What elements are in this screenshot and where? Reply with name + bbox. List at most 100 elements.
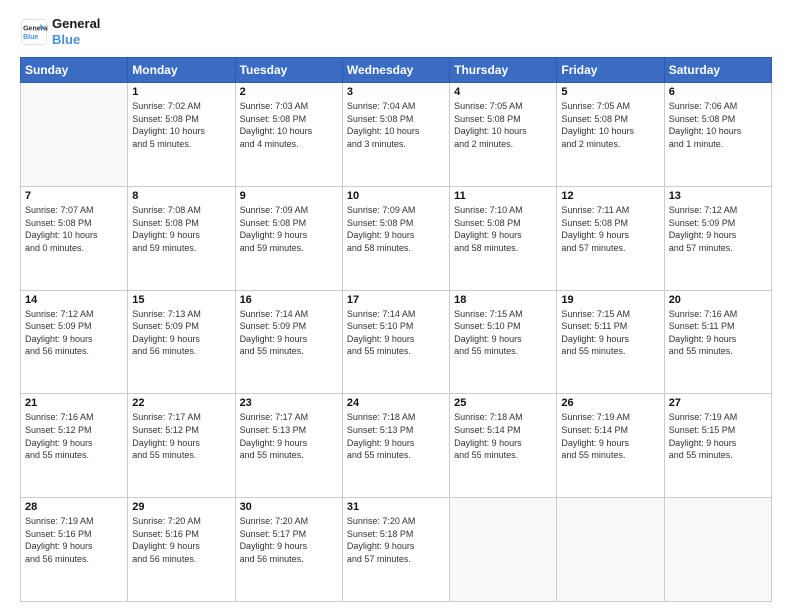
day-number: 28 <box>25 501 123 513</box>
weekday-header-friday: Friday <box>557 58 664 83</box>
day-info: Sunrise: 7:19 AM Sunset: 5:15 PM Dayligh… <box>669 411 767 461</box>
day-number: 26 <box>561 397 659 409</box>
svg-text:General: General <box>23 25 48 32</box>
calendar-cell: 28 Sunrise: 7:19 AM Sunset: 5:16 PM Dayli… <box>21 498 128 602</box>
calendar-cell: 22 Sunrise: 7:17 AM Sunset: 5:12 PM Dayli… <box>128 394 235 498</box>
calendar-cell <box>21 83 128 187</box>
day-number: 5 <box>561 86 659 98</box>
day-info: Sunrise: 7:14 AM Sunset: 5:09 PM Dayligh… <box>240 308 338 358</box>
day-number: 21 <box>25 397 123 409</box>
week-row-4: 28 Sunrise: 7:19 AM Sunset: 5:16 PM Dayli… <box>21 498 772 602</box>
calendar-cell: 18Sunrise: 7:15 AM Sunset: 5:10 PM Dayli… <box>450 290 557 394</box>
day-info: Sunrise: 7:17 AM Sunset: 5:13 PM Dayligh… <box>240 411 338 461</box>
day-info: Sunrise: 7:12 AM Sunset: 5:09 PM Dayligh… <box>669 204 767 254</box>
weekday-header-row: SundayMondayTuesdayWednesdayThursdayFrid… <box>21 58 772 83</box>
day-info: Sunrise: 7:19 AM Sunset: 5:16 PM Dayligh… <box>25 515 123 565</box>
day-info: Sunrise: 7:20 AM Sunset: 5:18 PM Dayligh… <box>347 515 445 565</box>
day-number: 22 <box>132 397 230 409</box>
day-info: Sunrise: 7:17 AM Sunset: 5:12 PM Dayligh… <box>132 411 230 461</box>
calendar-cell: 24Sunrise: 7:18 AM Sunset: 5:13 PM Dayli… <box>342 394 449 498</box>
day-number: 9 <box>240 190 338 202</box>
calendar-cell <box>557 498 664 602</box>
calendar-cell: 6Sunrise: 7:06 AM Sunset: 5:08 PM Daylig… <box>664 83 771 187</box>
day-number: 16 <box>240 294 338 306</box>
weekday-header-tuesday: Tuesday <box>235 58 342 83</box>
day-number: 8 <box>132 190 230 202</box>
calendar-cell: 11Sunrise: 7:10 AM Sunset: 5:08 PM Dayli… <box>450 186 557 290</box>
calendar-cell: 21 Sunrise: 7:16 AM Sunset: 5:12 PM Dayli… <box>21 394 128 498</box>
svg-text:Blue: Blue <box>23 34 38 41</box>
day-info: Sunrise: 7:14 AM Sunset: 5:10 PM Dayligh… <box>347 308 445 358</box>
calendar-cell: 10Sunrise: 7:09 AM Sunset: 5:08 PM Dayli… <box>342 186 449 290</box>
day-info: Sunrise: 7:07 AM Sunset: 5:08 PM Dayligh… <box>25 204 123 254</box>
day-info: Sunrise: 7:03 AM Sunset: 5:08 PM Dayligh… <box>240 100 338 150</box>
day-number: 7 <box>25 190 123 202</box>
logo: General Blue General Blue <box>20 16 100 47</box>
calendar-cell: 27 Sunrise: 7:19 AM Sunset: 5:15 PM Dayli… <box>664 394 771 498</box>
calendar-cell: 25 Sunrise: 7:18 AM Sunset: 5:14 PM Dayli… <box>450 394 557 498</box>
day-info: Sunrise: 7:08 AM Sunset: 5:08 PM Dayligh… <box>132 204 230 254</box>
day-number: 19 <box>561 294 659 306</box>
weekday-header-wednesday: Wednesday <box>342 58 449 83</box>
day-info: Sunrise: 7:05 AM Sunset: 5:08 PM Dayligh… <box>454 100 552 150</box>
day-info: Sunrise: 7:19 AM Sunset: 5:14 PM Dayligh… <box>561 411 659 461</box>
calendar-cell: 16 Sunrise: 7:14 AM Sunset: 5:09 PM Dayli… <box>235 290 342 394</box>
day-info: Sunrise: 7:02 AM Sunset: 5:08 PM Dayligh… <box>132 100 230 150</box>
day-info: Sunrise: 7:16 AM Sunset: 5:11 PM Dayligh… <box>669 308 767 358</box>
week-row-3: 21 Sunrise: 7:16 AM Sunset: 5:12 PM Dayli… <box>21 394 772 498</box>
calendar-cell: 9 Sunrise: 7:09 AM Sunset: 5:08 PM Daylig… <box>235 186 342 290</box>
day-info: Sunrise: 7:05 AM Sunset: 5:08 PM Dayligh… <box>561 100 659 150</box>
page: General Blue General Blue SundayMondayTu… <box>0 0 792 612</box>
calendar-cell: 26 Sunrise: 7:19 AM Sunset: 5:14 PM Dayli… <box>557 394 664 498</box>
day-number: 15 <box>132 294 230 306</box>
day-number: 2 <box>240 86 338 98</box>
day-info: Sunrise: 7:20 AM Sunset: 5:16 PM Dayligh… <box>132 515 230 565</box>
weekday-header-thursday: Thursday <box>450 58 557 83</box>
week-row-0: 1 Sunrise: 7:02 AM Sunset: 5:08 PM Daylig… <box>21 83 772 187</box>
day-info: Sunrise: 7:09 AM Sunset: 5:08 PM Dayligh… <box>240 204 338 254</box>
day-info: Sunrise: 7:20 AM Sunset: 5:17 PM Dayligh… <box>240 515 338 565</box>
day-info: Sunrise: 7:11 AM Sunset: 5:08 PM Dayligh… <box>561 204 659 254</box>
calendar-cell: 20Sunrise: 7:16 AM Sunset: 5:11 PM Dayli… <box>664 290 771 394</box>
day-number: 4 <box>454 86 552 98</box>
day-number: 30 <box>240 501 338 513</box>
calendar-cell: 1 Sunrise: 7:02 AM Sunset: 5:08 PM Daylig… <box>128 83 235 187</box>
day-number: 17 <box>347 294 445 306</box>
weekday-header-monday: Monday <box>128 58 235 83</box>
day-info: Sunrise: 7:13 AM Sunset: 5:09 PM Dayligh… <box>132 308 230 358</box>
calendar-table: SundayMondayTuesdayWednesdayThursdayFrid… <box>20 57 772 602</box>
day-number: 24 <box>347 397 445 409</box>
calendar-cell: 4 Sunrise: 7:05 AM Sunset: 5:08 PM Daylig… <box>450 83 557 187</box>
day-number: 29 <box>132 501 230 513</box>
day-number: 31 <box>347 501 445 513</box>
day-info: Sunrise: 7:15 AM Sunset: 5:10 PM Dayligh… <box>454 308 552 358</box>
day-info: Sunrise: 7:18 AM Sunset: 5:14 PM Dayligh… <box>454 411 552 461</box>
calendar-cell: 23Sunrise: 7:17 AM Sunset: 5:13 PM Dayli… <box>235 394 342 498</box>
calendar-cell: 19Sunrise: 7:15 AM Sunset: 5:11 PM Dayli… <box>557 290 664 394</box>
day-info: Sunrise: 7:12 AM Sunset: 5:09 PM Dayligh… <box>25 308 123 358</box>
weekday-header-sunday: Sunday <box>21 58 128 83</box>
header: General Blue General Blue <box>20 16 772 47</box>
calendar-cell: 5 Sunrise: 7:05 AM Sunset: 5:08 PM Daylig… <box>557 83 664 187</box>
logo-icon: General Blue <box>20 18 48 46</box>
day-info: Sunrise: 7:16 AM Sunset: 5:12 PM Dayligh… <box>25 411 123 461</box>
calendar-cell: 12Sunrise: 7:11 AM Sunset: 5:08 PM Dayli… <box>557 186 664 290</box>
day-number: 1 <box>132 86 230 98</box>
calendar-cell: 31 Sunrise: 7:20 AM Sunset: 5:18 PM Dayli… <box>342 498 449 602</box>
day-info: Sunrise: 7:09 AM Sunset: 5:08 PM Dayligh… <box>347 204 445 254</box>
day-number: 25 <box>454 397 552 409</box>
calendar-cell: 3Sunrise: 7:04 AM Sunset: 5:08 PM Daylig… <box>342 83 449 187</box>
day-number: 13 <box>669 190 767 202</box>
calendar-cell: 2 Sunrise: 7:03 AM Sunset: 5:08 PM Daylig… <box>235 83 342 187</box>
day-info: Sunrise: 7:10 AM Sunset: 5:08 PM Dayligh… <box>454 204 552 254</box>
calendar-cell: 30 Sunrise: 7:20 AM Sunset: 5:17 PM Dayli… <box>235 498 342 602</box>
day-number: 27 <box>669 397 767 409</box>
day-number: 6 <box>669 86 767 98</box>
calendar-cell <box>450 498 557 602</box>
logo-text: General Blue <box>52 16 100 47</box>
calendar-cell: 17 Sunrise: 7:14 AM Sunset: 5:10 PM Dayli… <box>342 290 449 394</box>
day-number: 14 <box>25 294 123 306</box>
calendar-cell <box>664 498 771 602</box>
week-row-1: 7 Sunrise: 7:07 AM Sunset: 5:08 PM Daylig… <box>21 186 772 290</box>
calendar-cell: 8 Sunrise: 7:08 AM Sunset: 5:08 PM Daylig… <box>128 186 235 290</box>
